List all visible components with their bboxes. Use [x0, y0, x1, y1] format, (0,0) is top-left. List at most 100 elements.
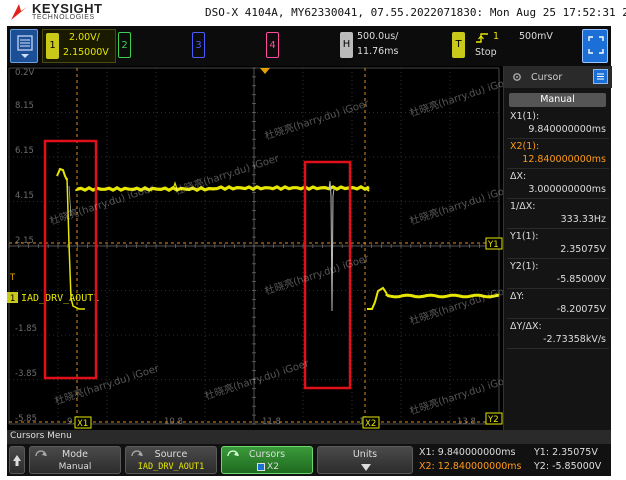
y-axis-label: 2.15 [15, 236, 34, 246]
panel-menu-button[interactable] [593, 69, 608, 84]
cursor-readout-divider [507, 258, 609, 259]
menu-list-icon [17, 35, 33, 58]
source-softkey-title: Source [154, 449, 188, 460]
channel-2-chip[interactable]: 2 [115, 29, 191, 63]
cursor-readout-divider [507, 228, 609, 229]
channel-1-chip[interactable]: 1 2.00V/ 2.15000V [42, 29, 116, 63]
x-axis-label: 11.8 [262, 417, 281, 427]
y2-readout: Y2: -5.85000V [534, 461, 602, 472]
cursor-readout-label: Y2(1): [510, 261, 539, 272]
cursor-readout-value: 2.35075V [560, 244, 606, 255]
units-softkey-title: Units [352, 449, 378, 460]
waveform-trace [367, 286, 388, 310]
fullscreen-icon [588, 36, 604, 54]
cursor-x2-tag-text: X2 [365, 419, 376, 429]
timebase-position: 11.76ms [357, 46, 399, 57]
timebase-scale: 500.0us/ [357, 31, 399, 42]
cursor-readout-label: ΔX: [510, 171, 527, 182]
y1-readout: Y1: 2.35075V [534, 447, 598, 458]
device-datetime: Mon Aug 25 17:52:31 2025 [489, 6, 626, 19]
menu-title: Cursors Menu [10, 431, 72, 441]
keysight-logo-icon [11, 4, 27, 20]
title-bar: KEYSIGHT TECHNOLOGIES DSO-X 4104A, MY623… [0, 0, 626, 26]
channel-1-offset: 2.15000V [63, 47, 109, 58]
cursor-mode-selector[interactable]: Manual [509, 93, 606, 107]
channel-1-badge: 1 [46, 33, 59, 59]
menu-title-bar: Cursors Menu [7, 430, 611, 444]
mode-softkey-value: Manual [58, 462, 92, 472]
channel-3-badge: 3 [192, 32, 205, 58]
main-menu-button[interactable] [10, 29, 38, 63]
cursors-softkey[interactable]: Cursors X2 [221, 446, 313, 474]
control-strip: 1 2.00V/ 2.15000V 2 3 4 H 500.0us/ 11.76… [7, 26, 611, 66]
device-serial: MY62330041, [291, 6, 364, 19]
cursor-readout-value: 9.840000000ms [528, 124, 606, 135]
cursor-panel: Cursor Manual X1(1): 9.840000000ms X2(1): 1… [503, 66, 612, 430]
cursor-readout-value: -5.85000V [556, 274, 606, 285]
down-arrow-icon [361, 464, 371, 471]
waveform-trace [366, 188, 370, 192]
timebase-badge: H [340, 32, 353, 58]
mode-softkey[interactable]: Mode Manual [29, 446, 121, 474]
device-firmware: 07.55.2022071830: [370, 6, 484, 19]
device-model: DSO-X 4104A, [205, 6, 285, 19]
trigger-level: 500mV [519, 31, 553, 42]
channel-4-chip[interactable]: 4 [263, 29, 337, 63]
cursor-readout-value: 3.000000000ms [528, 184, 606, 195]
settings-icon [513, 73, 521, 81]
cursor-y2-tag-text: Y2 [487, 415, 499, 425]
x1-readout: X1: 9.840000000ms [419, 447, 516, 458]
home-button[interactable] [9, 446, 25, 474]
cursor-readout-divider [507, 348, 609, 349]
cursor-readout-label: 1/ΔX: [510, 201, 536, 212]
cursor-readout-divider [507, 318, 609, 319]
y-axis-label: 4.15 [15, 191, 34, 201]
cursor-readout-value: 12.840000000ms [522, 154, 606, 165]
cursor-readout-divider [507, 198, 609, 199]
cursors-softkey-title: Cursors [248, 449, 286, 460]
device-info: DSO-X 4104A, MY62330041, 07.55.202207183… [205, 6, 626, 19]
mode-softkey-title: Mode [62, 449, 88, 460]
back-button[interactable] [582, 29, 608, 63]
cursor-panel-title: Cursor [531, 72, 563, 83]
source-softkey-value: IAD_DRV_AOUT1 [137, 462, 205, 472]
cursor-readout-label: ΔY/ΔX: [510, 321, 542, 332]
y-axis-label: 8.15 [15, 101, 34, 111]
source-softkey[interactable]: Source IAD_DRV_AOUT1 [125, 446, 217, 474]
y-axis-label: 6.15 [15, 146, 34, 156]
cursor-readout-value: -2.73358kV/s [543, 334, 606, 345]
cursor-readout-divider [507, 288, 609, 289]
y-axis-label: 0.2V [15, 68, 35, 78]
units-softkey[interactable]: Units [317, 446, 413, 474]
cursor-readout-label: X2(1): [510, 141, 540, 152]
brand-subtitle: TECHNOLOGIES [32, 14, 95, 21]
annotation-box-left [43, 139, 98, 380]
cursor-panel-header: Cursor [504, 66, 612, 88]
rising-edge-icon [476, 33, 488, 43]
trigger-chip[interactable]: T 1 500mV Stop [449, 29, 567, 63]
list-icon [597, 73, 604, 80]
channel-4-badge: 4 [266, 32, 279, 58]
waveform-label: IAD_DRV_AOUT1 [21, 293, 99, 304]
channel-1-scale: 2.00V/ [69, 32, 100, 43]
cursor-readout-divider [507, 138, 609, 139]
trigger-mode: Stop [475, 47, 497, 58]
channel-3-chip[interactable]: 3 [189, 29, 263, 63]
cursor-x1-tag-text: X1 [77, 419, 88, 429]
timebase-chip[interactable]: H 500.0us/ 11.76ms [337, 29, 437, 63]
waveform-trace [56, 167, 68, 181]
cursor-readout-label: X1(1): [510, 111, 540, 122]
up-arrow-icon [13, 455, 21, 466]
trigger-level-marker: T [9, 273, 16, 283]
x2-readout: X2: 12.840000000ms [419, 461, 522, 472]
cursor-y1-tag-text: Y1 [487, 240, 499, 250]
cursor-readout-divider [507, 168, 609, 169]
cursor-readout-value: -8.20075V [556, 304, 606, 315]
cursor-readout-label: ΔY: [510, 291, 525, 302]
waveform-display[interactable]: 0.2V 8.15 6.15 4.15 2.15 -1.85 -3.85 -5.85 9.8 10… [7, 66, 503, 430]
trigger-badge: T [452, 32, 465, 58]
cursors-softkey-value: X2 [267, 462, 279, 472]
softkey-bar: Mode Manual Source IAD_DRV_AOUT1 Cursors… [7, 444, 611, 476]
channel-2-badge: 2 [118, 32, 131, 58]
trigger-channel: 1 [493, 31, 500, 42]
